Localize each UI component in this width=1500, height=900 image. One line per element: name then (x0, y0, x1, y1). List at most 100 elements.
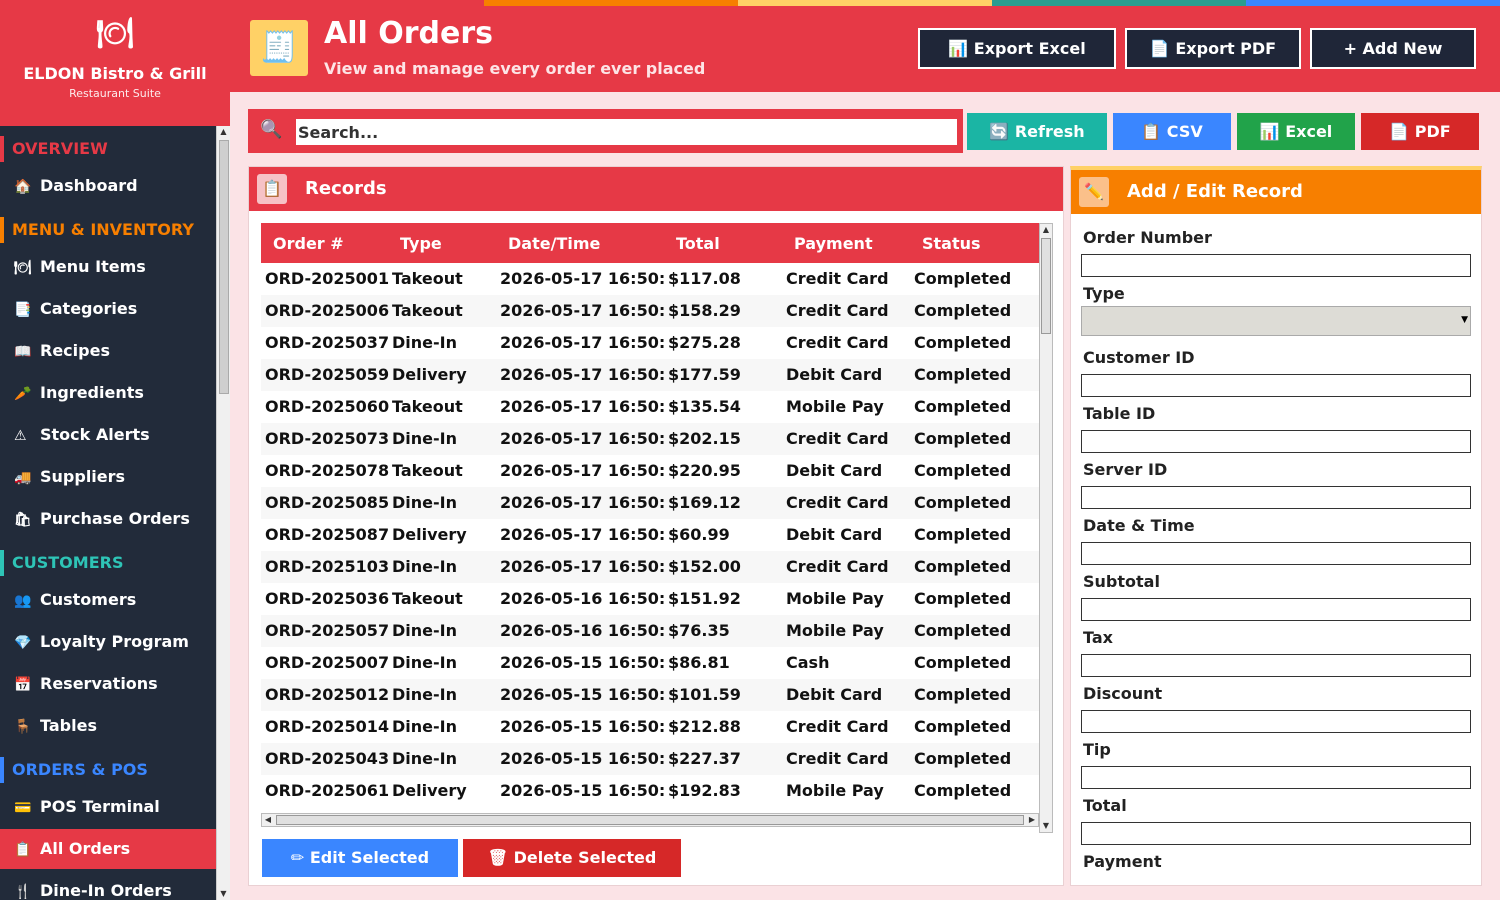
column-header-datetime[interactable]: Date/Time (508, 234, 600, 253)
cell-order: ORD-2025006 (265, 301, 390, 320)
export-excel-button[interactable]: 📊 Export Excel (918, 28, 1116, 69)
discount-field[interactable] (1081, 710, 1471, 733)
cell-type: Dine-In (392, 557, 457, 576)
table-row[interactable]: ORD-2025059 Delivery 2026-05-17 16:50: $177… (261, 359, 1039, 391)
column-header-total[interactable]: Total (676, 234, 720, 253)
table-row[interactable]: ORD-2025036 Takeout 2026-05-16 16:50: $151.… (261, 583, 1039, 615)
scroll-up-icon[interactable]: ▲ (1040, 224, 1052, 236)
sidebar-item-tables[interactable]: 🪑 Tables (0, 706, 216, 746)
table-row[interactable]: ORD-2025037 Dine-In 2026-05-17 16:50: $275.… (261, 327, 1039, 359)
accent-strip (484, 0, 738, 6)
table-row[interactable]: ORD-2025073 Dine-In 2026-05-17 16:50: $202.… (261, 423, 1039, 455)
field-label-payment: Payment (1083, 852, 1162, 871)
table-row[interactable]: ORD-2025103 Dine-In 2026-05-17 16:50: $152.… (261, 551, 1039, 583)
subtotal-field[interactable] (1081, 598, 1471, 621)
column-header-payment[interactable]: Payment (794, 234, 873, 253)
table-row[interactable]: ORD-2025085 Dine-In 2026-05-17 16:50: $169.… (261, 487, 1039, 519)
type-select[interactable]: ▼ (1081, 306, 1471, 336)
table-row[interactable]: ORD-2025014 Dine-In 2026-05-15 16:50: $212.… (261, 711, 1039, 743)
table-row[interactable]: ORD-2025043 Dine-In 2026-05-15 16:50: $227.… (261, 743, 1039, 775)
column-header-order[interactable]: Order # (273, 234, 344, 253)
sidebar-item-pos-terminal[interactable]: 💳 POS Terminal (0, 787, 216, 827)
search-input[interactable] (294, 117, 959, 147)
excel-button[interactable]: 📊 Excel (1237, 113, 1355, 150)
sidebar-item-categories[interactable]: 📑 Categories (0, 289, 216, 329)
sidebar-scroll-thumb[interactable] (219, 140, 229, 394)
table-row[interactable]: ORD-2025078 Takeout 2026-05-17 16:50: $220.… (261, 455, 1039, 487)
table-row[interactable]: ORD-2025012 Dine-In 2026-05-15 16:50: $101.… (261, 679, 1039, 711)
scroll-down-icon[interactable]: ▼ (1040, 820, 1052, 832)
cell-total: $135.54 (668, 397, 741, 416)
cell-datetime: 2026-05-17 16:50: (500, 365, 666, 384)
table-row[interactable]: ORD-2025007 Dine-In 2026-05-15 16:50: $86.8… (261, 647, 1039, 679)
scroll-right-icon[interactable]: ▶ (1026, 814, 1038, 826)
table-row[interactable]: ORD-2025060 Takeout 2026-05-17 16:50: $135.… (261, 391, 1039, 423)
export-pdf-button[interactable]: 📄 Export PDF (1125, 28, 1301, 69)
sidebar-item-dine-in-orders[interactable]: 🍴 Dine-In Orders (0, 871, 216, 900)
sidebar-item-label: Reservations (40, 674, 158, 693)
table-row[interactable]: ORD-2025001 Takeout 2026-05-17 16:50: $117.… (261, 263, 1039, 295)
cell-payment: Cash (786, 653, 830, 672)
cell-total: $177.59 (668, 365, 741, 384)
refresh-button[interactable]: 🔄 Refresh (967, 113, 1107, 150)
scroll-left-icon[interactable]: ◀ (262, 814, 274, 826)
sidebar-item-stock-alerts[interactable]: ⚠ Stock Alerts (0, 415, 216, 455)
sidebar-item-loyalty-program[interactable]: 💎 Loyalty Program (0, 622, 216, 662)
sidebar-item-all-orders[interactable]: 📋 All Orders (0, 829, 216, 869)
sidebar-scrollbar[interactable]: ▲ ▼ (216, 126, 230, 900)
pdf-button[interactable]: 📄 PDF (1361, 113, 1479, 150)
cell-datetime: 2026-05-17 16:50: (500, 301, 666, 320)
column-header-status[interactable]: Status (922, 234, 981, 253)
sidebar-item-ingredients[interactable]: 🥕 Ingredients (0, 373, 216, 413)
total-field[interactable] (1081, 822, 1471, 845)
order-number-field[interactable] (1081, 254, 1471, 277)
field-label-type: Type (1083, 284, 1125, 303)
delete-selected-button[interactable]: 🗑 Delete Selected (463, 839, 681, 877)
field-label-total: Total (1083, 796, 1127, 815)
sidebar-item-suppliers[interactable]: 🚚 Suppliers (0, 457, 216, 497)
table-id-field[interactable] (1081, 430, 1471, 453)
table-horizontal-scrollbar[interactable]: ◀ ▶ (261, 813, 1039, 827)
column-header-type[interactable]: Type (400, 234, 442, 253)
table-row[interactable]: ORD-2025087 Delivery 2026-05-17 16:50: $60.… (261, 519, 1039, 551)
table-row[interactable]: ORD-2025057 Dine-In 2026-05-16 16:50: $76.3… (261, 615, 1039, 647)
records-header: 📋 Records (249, 167, 1063, 211)
scroll-up-icon[interactable]: ▲ (217, 126, 230, 138)
tag-icon: 📑 (14, 302, 32, 318)
cell-status: Completed (914, 621, 1012, 640)
table-vertical-scrollbar[interactable]: ▲ ▼ (1039, 223, 1053, 833)
cell-datetime: 2026-05-17 16:50: (500, 557, 666, 576)
sidebar-item-menu-items[interactable]: 🍽 Menu Items (0, 247, 216, 287)
cell-payment: Credit Card (786, 301, 889, 320)
sidebar-item-reservations[interactable]: 📅 Reservations (0, 664, 216, 704)
form-title: Add / Edit Record (1127, 181, 1303, 202)
chevron-down-icon[interactable]: ▼ (1461, 315, 1468, 325)
page-title: All Orders (324, 16, 493, 51)
customer-id-field[interactable] (1081, 374, 1471, 397)
sidebar-item-label: Dashboard (40, 176, 138, 195)
tip-field[interactable] (1081, 766, 1471, 789)
sidebar-item-customers[interactable]: 👥 Customers (0, 580, 216, 620)
cell-status: Completed (914, 461, 1012, 480)
table-scroll-thumb[interactable] (1041, 238, 1051, 334)
carrot-icon: 🥕 (14, 386, 32, 402)
tax-field[interactable] (1081, 654, 1471, 677)
clipboard-icon: 📋 (14, 842, 32, 858)
scroll-down-icon[interactable]: ▼ (217, 888, 230, 900)
brand-subtitle: Restaurant Suite (69, 87, 161, 100)
cell-datetime: 2026-05-16 16:50: (500, 621, 666, 640)
sidebar-item-purchase-orders[interactable]: 🛍 Purchase Orders (0, 499, 216, 539)
table-row[interactable]: ORD-2025006 Takeout 2026-05-17 16:50: $158.… (261, 295, 1039, 327)
server-id-field[interactable] (1081, 486, 1471, 509)
add-new-button[interactable]: + Add New (1310, 28, 1476, 69)
table-hscroll-thumb[interactable] (276, 815, 1024, 825)
sidebar-item-recipes[interactable]: 📖 Recipes (0, 331, 216, 371)
edit-selected-button[interactable]: ✏ Edit Selected (262, 839, 458, 877)
table-header: Order # Type Date/Time Total Payment Sta… (261, 223, 1039, 263)
date-time-field[interactable] (1081, 542, 1471, 565)
cell-order: ORD-2025061 (265, 781, 390, 800)
table-row[interactable]: ORD-2025061 Delivery 2026-05-15 16:50: $192… (261, 775, 1039, 807)
csv-button[interactable]: 📋 CSV (1113, 113, 1231, 150)
field-label-table-id: Table ID (1083, 404, 1156, 423)
sidebar-item-dashboard[interactable]: 🏠 Dashboard (0, 166, 216, 206)
